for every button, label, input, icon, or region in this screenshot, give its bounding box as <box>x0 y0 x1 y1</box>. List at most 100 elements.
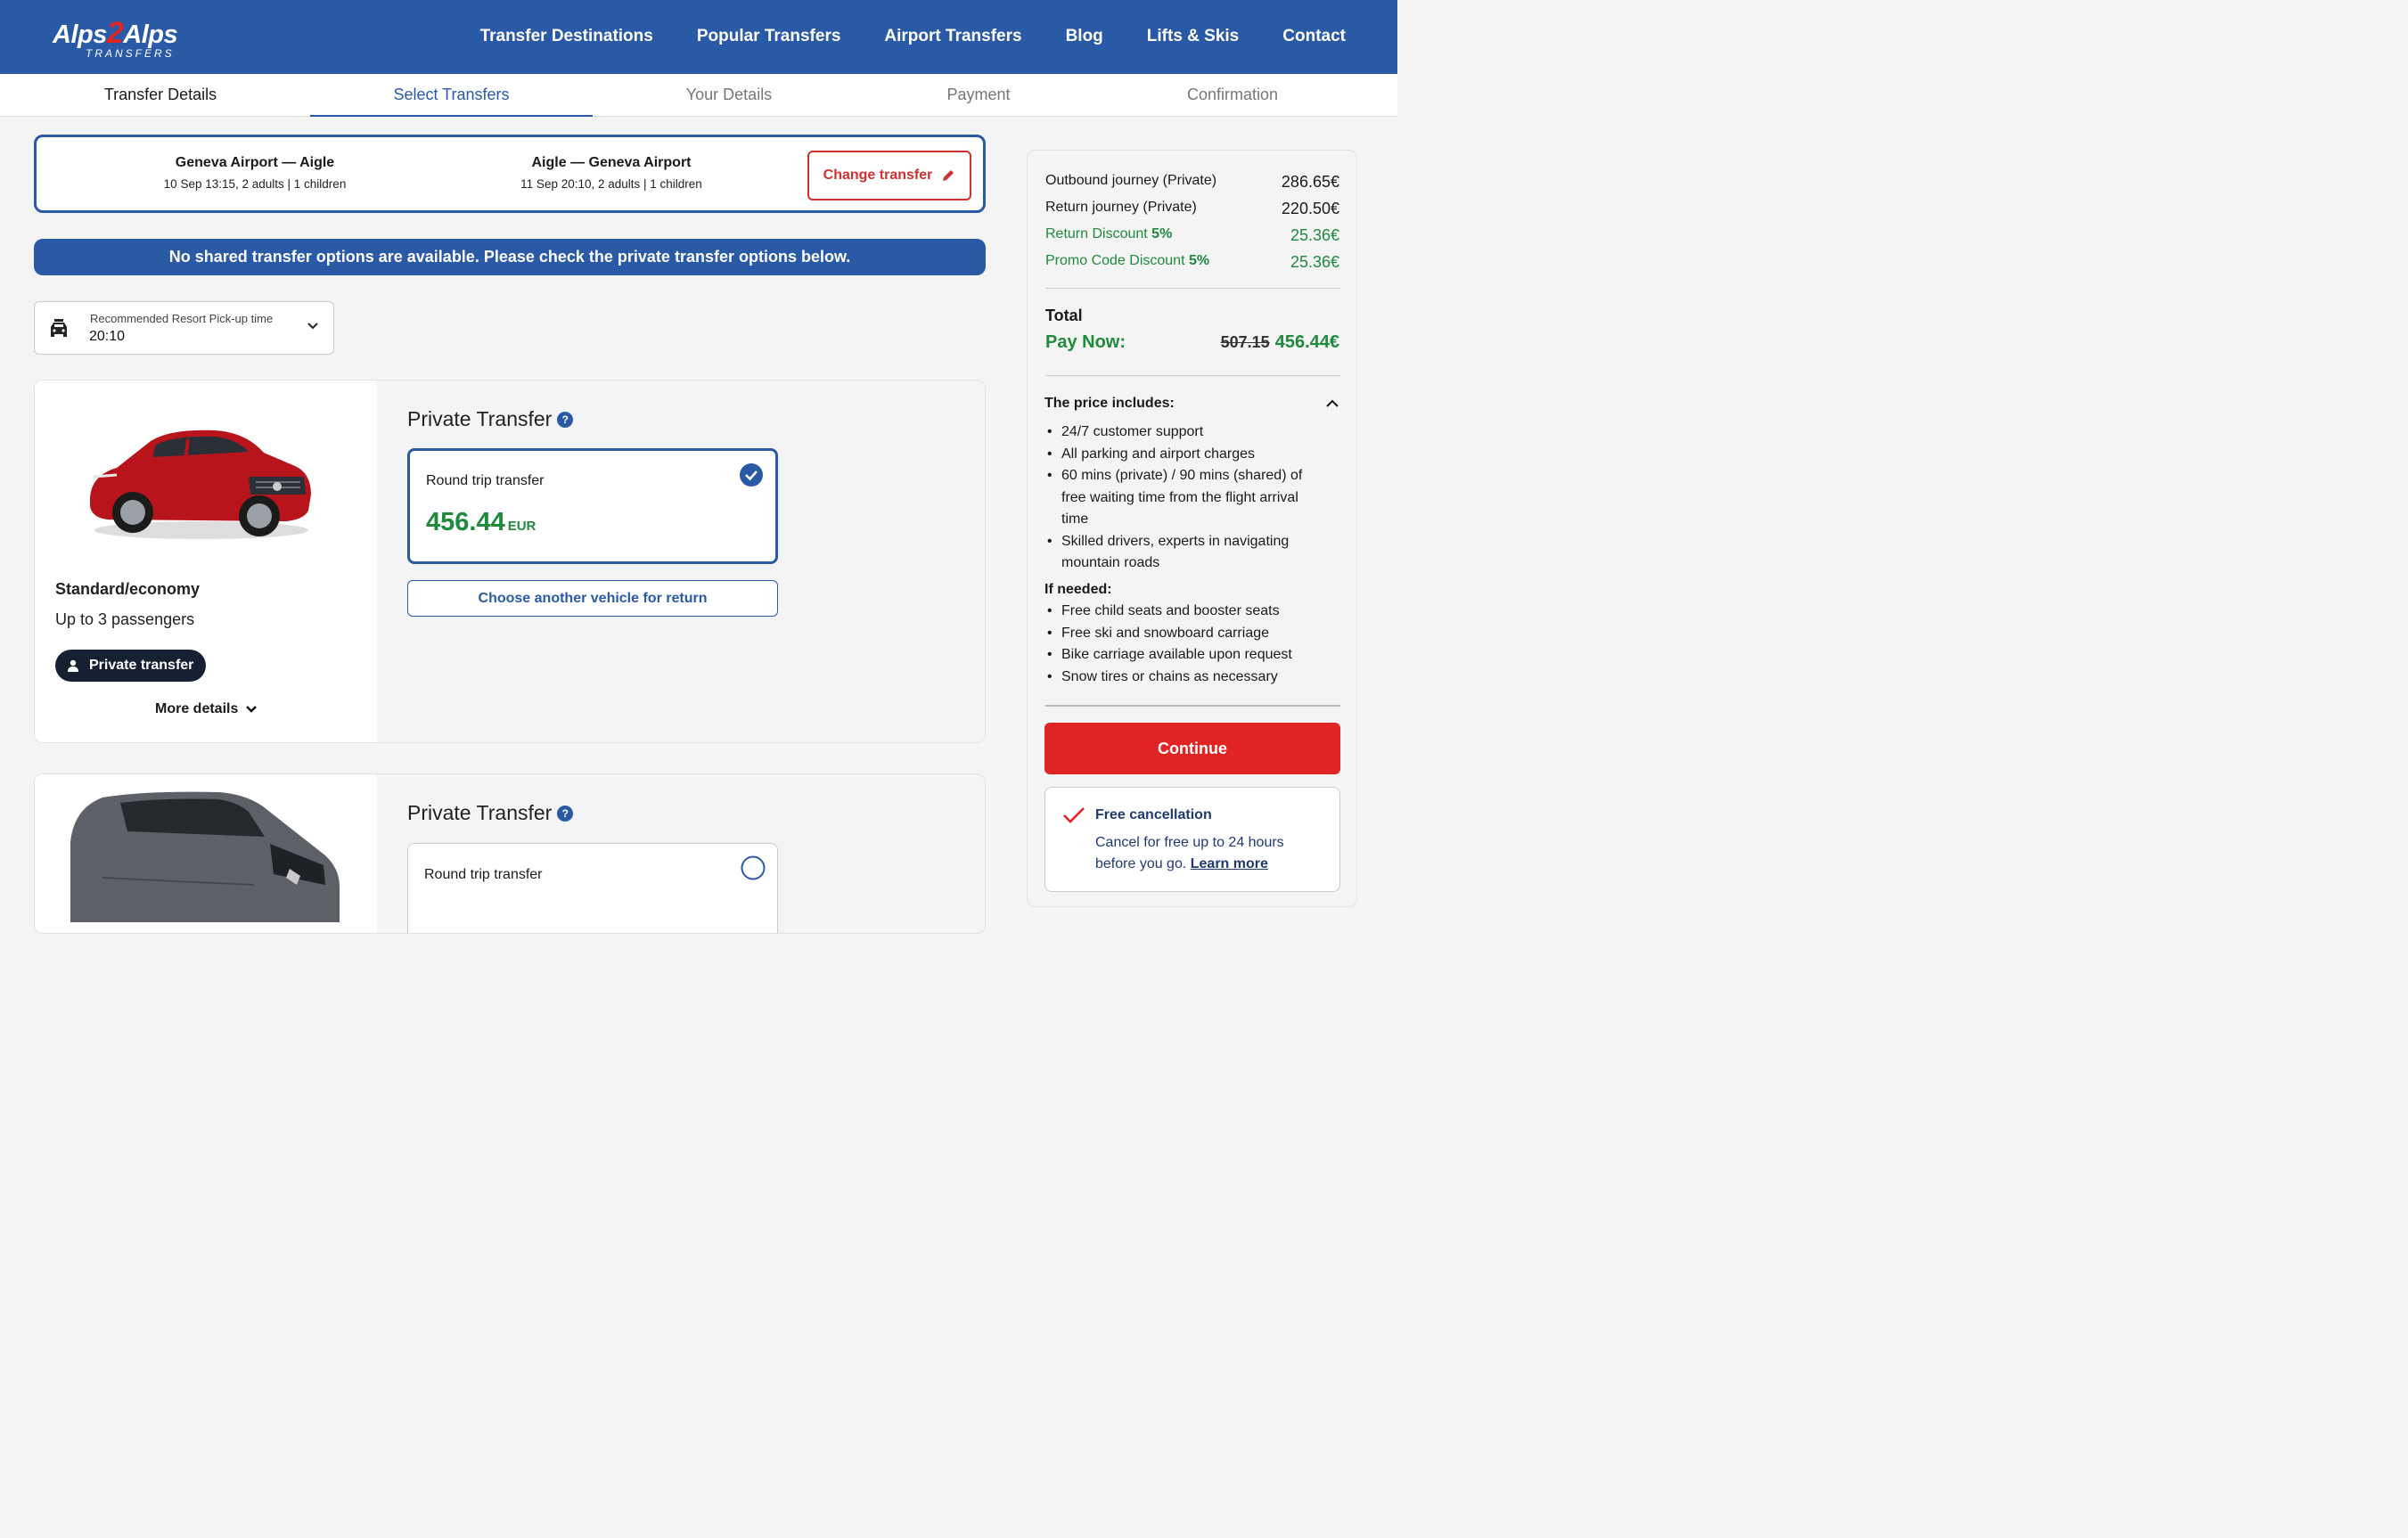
divider <box>1045 375 1340 376</box>
list-item: Bike carriage available upon request <box>1047 644 1329 667</box>
nav-popular-transfers[interactable]: Popular Transfers <box>697 27 841 46</box>
list-item: 24/7 customer support <box>1047 421 1329 444</box>
vehicle-info: Standard/economy Up to 3 passengers Priv… <box>35 380 377 742</box>
row-amount: 286.65€ <box>1281 173 1339 191</box>
free-cancellation-box: Free cancellation Cancel for free up to … <box>1044 787 1340 892</box>
grey-van-image <box>70 791 340 922</box>
vehicle-class: Standard/economy <box>55 580 201 598</box>
list-item: Snow tires or chains as necessary <box>1047 667 1329 689</box>
pay-now-label: Pay Now: <box>1045 332 1126 352</box>
price-row-return-discount: Return Discount 5% 25.36€ <box>1045 226 1339 245</box>
vehicle-title-text: Private Transfer <box>407 801 553 824</box>
change-transfer-label: Change transfer <box>823 168 933 183</box>
booking-steps: Transfer Details Select Transfers Your D… <box>0 74 1397 117</box>
alps2alps-logo[interactable]: Alps2Alps TRANSFERS <box>53 16 200 62</box>
row-label: Promo Code Discount 5% <box>1045 253 1210 268</box>
pay-now-amounts: 507.15 456.44€ <box>1221 332 1339 353</box>
step-confirmation: Confirmation <box>1186 86 1279 103</box>
includes-list: 24/7 customer support All parking and ai… <box>1047 421 1329 575</box>
vehicle-title-text: Private Transfer <box>407 407 553 430</box>
logo-subtitle: TRANSFERS <box>86 47 175 60</box>
logo-text-right: Alps <box>123 20 178 49</box>
nav-transfer-destinations[interactable]: Transfer Destinations <box>480 27 653 46</box>
logo-mark: 2 <box>106 16 124 50</box>
pay-now-row: Pay Now: 507.15 456.44€ <box>1045 332 1339 353</box>
list-item: Free child seats and booster seats <box>1047 601 1329 623</box>
includes-title: The price includes: <box>1044 396 1175 411</box>
nav-lifts-skis[interactable]: Lifts & Skis <box>1147 27 1239 46</box>
change-transfer-button[interactable]: Change transfer <box>807 151 971 200</box>
checkmark-icon <box>1063 807 1085 823</box>
list-item: Free ski and snowboard carriage <box>1047 623 1329 645</box>
step-transfer-details[interactable]: Transfer Details <box>27 74 294 117</box>
price-value: 456.44 <box>426 508 505 536</box>
return-meta: 11 Sep 20:10, 2 adults | 1 children <box>520 177 702 191</box>
outbound-leg: Geneva Airport — Aigle 10 Sep 13:15, 2 a… <box>108 155 402 191</box>
nav-blog[interactable]: Blog <box>1066 27 1103 46</box>
vehicle-card-sedan: Standard/economy Up to 3 passengers Priv… <box>34 380 986 743</box>
row-label: Return Discount 5% <box>1045 226 1173 241</box>
row-label: Return journey (Private) <box>1045 200 1197 215</box>
step-select-transfers[interactable]: Select Transfers <box>310 74 593 117</box>
help-icon[interactable]: ? <box>557 411 574 428</box>
option-label: Round trip transfer <box>424 867 543 882</box>
main-nav: Transfer Destinations Popular Transfers … <box>480 27 1346 46</box>
transfer-summary-card: Geneva Airport — Aigle 10 Sep 13:15, 2 a… <box>34 135 986 213</box>
badge-label: Private transfer <box>89 658 194 673</box>
if-needed-list: Free child seats and booster seats Free … <box>1047 601 1329 689</box>
row-amount: 25.36€ <box>1290 226 1339 244</box>
outbound-meta: 10 Sep 13:15, 2 adults | 1 children <box>163 177 347 191</box>
continue-button[interactable]: Continue <box>1044 723 1340 774</box>
red-sedan-image <box>90 429 311 539</box>
vehicle-title: Private Transfer ? <box>407 801 574 825</box>
price-row-return: Return journey (Private) 220.50€ <box>1045 200 1339 218</box>
more-details-toggle[interactable]: More details <box>155 701 258 717</box>
chevron-down-icon <box>246 706 258 713</box>
outbound-route: Geneva Airport — Aigle <box>175 155 335 170</box>
logo-text-left: Alps <box>53 20 107 49</box>
cancellation-title: Free cancellation <box>1095 807 1212 822</box>
choose-another-vehicle-button[interactable]: Choose another vehicle for return <box>407 580 778 617</box>
vehicle-passengers: Up to 3 passengers <box>55 610 195 628</box>
learn-more-link[interactable]: Learn more <box>1191 856 1268 871</box>
price-currency: EUR <box>507 519 536 534</box>
old-price: 507.15 <box>1220 333 1270 351</box>
chevron-down-icon <box>307 323 318 330</box>
list-item: 60 mins (private) / 90 mins (shared) of … <box>1047 465 1329 531</box>
list-item: Skilled drivers, experts in navigating m… <box>1047 531 1329 575</box>
radio-empty-icon <box>741 855 766 880</box>
no-shared-notice: No shared transfer options are available… <box>34 239 986 275</box>
option-price: 456.44 EUR <box>426 508 536 537</box>
checkmark-circle-icon <box>740 463 763 487</box>
step-your-details: Your Details <box>685 86 773 103</box>
total-label: Total <box>1045 307 1083 324</box>
vehicle-info <box>35 774 377 933</box>
pickup-label: Recommended Resort Pick-up time <box>90 312 274 325</box>
pickup-value: 20:10 <box>89 329 126 344</box>
private-transfer-badge: Private transfer <box>55 650 207 682</box>
round-trip-option[interactable]: Round trip transfer <box>407 843 778 933</box>
if-needed-title: If needed: <box>1044 582 1112 597</box>
price-includes-toggle[interactable]: The price includes: <box>1044 396 1339 412</box>
top-navigation-bar: Alps2Alps TRANSFERS Transfer Destination… <box>0 0 1397 74</box>
nav-contact[interactable]: Contact <box>1282 27 1346 46</box>
vehicle-title: Private Transfer ? <box>407 407 574 431</box>
step-payment: Payment <box>946 86 1011 103</box>
divider <box>1045 705 1340 707</box>
divider <box>1045 288 1340 289</box>
cancellation-text: Cancel for free up to 24 hours before yo… <box>1095 835 1284 871</box>
help-icon[interactable]: ? <box>557 805 574 822</box>
car-icon <box>51 319 67 337</box>
row-amount: 220.50€ <box>1281 200 1339 217</box>
price-row-promo-discount: Promo Code Discount 5% 25.36€ <box>1045 253 1339 272</box>
list-item: All parking and airport charges <box>1047 444 1329 466</box>
pickup-time-select[interactable]: Recommended Resort Pick-up time 20:10 <box>34 301 334 355</box>
row-amount: 25.36€ <box>1290 253 1339 271</box>
round-trip-option-selected[interactable]: Round trip transfer 456.44 EUR <box>407 448 778 564</box>
more-details-label: More details <box>155 701 239 716</box>
pencil-icon <box>943 170 954 181</box>
chevron-up-icon <box>1326 399 1339 407</box>
nav-airport-transfers[interactable]: Airport Transfers <box>884 27 1021 46</box>
return-leg: Aigle — Geneva Airport 11 Sep 20:10, 2 a… <box>464 155 758 191</box>
option-label: Round trip transfer <box>426 473 545 488</box>
